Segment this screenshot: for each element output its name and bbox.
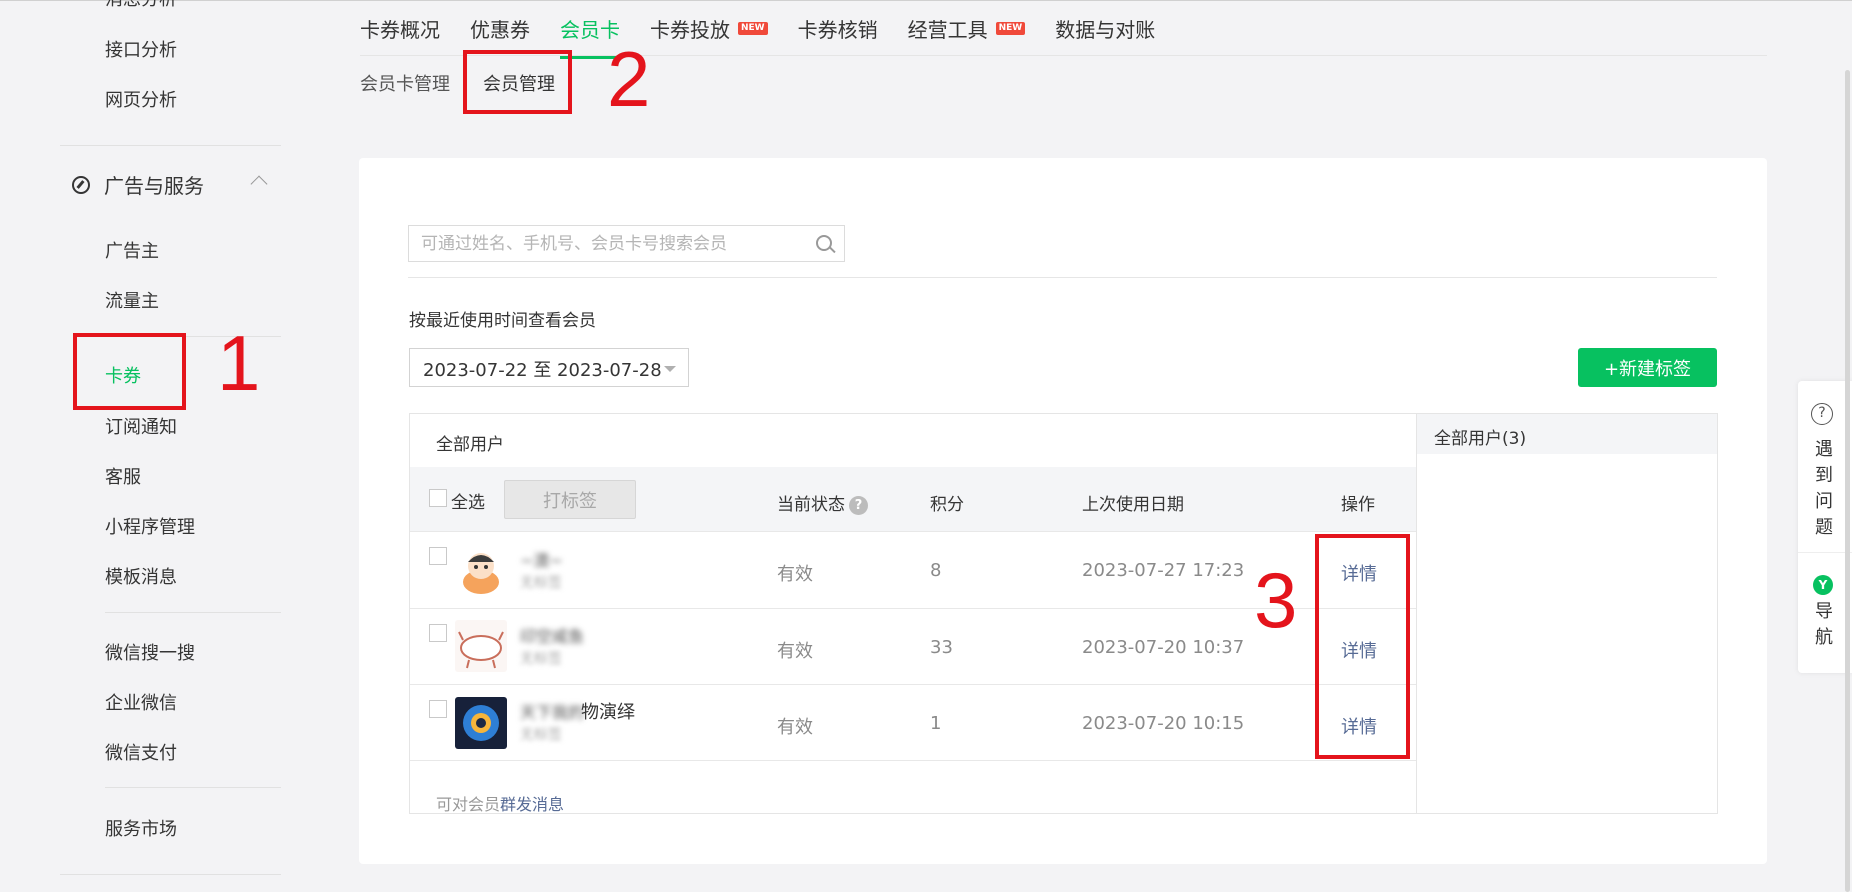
- tab-card-redemption[interactable]: 卡券核销: [798, 14, 878, 43]
- help-label[interactable]: 遇到问题: [1814, 437, 1834, 541]
- row-divider: [410, 760, 1416, 761]
- annotation-number-2: 2: [607, 35, 651, 123]
- new-badge: NEW: [738, 22, 768, 35]
- member-nickname-visible: 物演绎: [581, 702, 635, 723]
- sidebar-item-api-analysis[interactable]: 接口分析: [105, 36, 177, 62]
- tab-label: 经营工具: [907, 18, 988, 42]
- annotation-box-2: [463, 50, 572, 114]
- annotation-box-3: [1315, 534, 1410, 759]
- sidebar-item-customer-service[interactable]: 客服: [105, 463, 141, 489]
- navigation-icon[interactable]: Y: [1813, 575, 1833, 595]
- member-tag[interactable]: 无标签: [520, 648, 562, 668]
- member-nickname[interactable]: 印空咸鱼: [520, 623, 584, 647]
- chevron-up-icon[interactable]: [250, 175, 268, 193]
- tab-label: 卡券核销: [797, 18, 878, 42]
- tab-label: 卡券投放: [650, 18, 730, 42]
- member-last-used: 2023-07-20 10:15: [1082, 713, 1245, 734]
- column-header-action: 操作: [1341, 495, 1375, 515]
- top-tabs: 卡券概况 优惠券 会员卡 卡券投放 NEW 卡券核销 经营工具 NEW 数据与对账: [360, 14, 1185, 59]
- tab-business-tools[interactable]: 经营工具 NEW: [908, 14, 1026, 43]
- user-group-all[interactable]: 全部用户(3): [1434, 424, 1526, 449]
- sidebar-divider: [60, 874, 281, 875]
- member-search-input[interactable]: [409, 226, 811, 261]
- member-points: 33: [930, 637, 953, 658]
- sidebar-item-subscription-notice[interactable]: 订阅通知: [105, 413, 177, 439]
- sidebar-item-webpage-analysis[interactable]: 网页分析: [105, 86, 177, 112]
- subtab-member-card-management[interactable]: 会员卡管理: [360, 70, 450, 96]
- avatar[interactable]: [455, 544, 507, 596]
- date-range-value: 2023-07-22 至 2023-07-28: [423, 360, 662, 381]
- annotation-number-3: 3: [1254, 556, 1298, 644]
- sidebar: 消息分析 接口分析 网页分析 广告与服务 广告主 流量主 卡券 订阅通知 客服 …: [0, 0, 300, 892]
- help-icon[interactable]: ?: [849, 495, 868, 515]
- member-tag[interactable]: 无标签: [520, 724, 562, 744]
- member-search-box: [408, 225, 845, 262]
- member-status: 有效: [777, 564, 813, 585]
- member-status: 有效: [777, 641, 813, 662]
- column-header-label: 当前状态: [777, 495, 845, 515]
- row-checkbox[interactable]: [429, 700, 447, 718]
- member-points: 8: [930, 560, 942, 581]
- tab-data-reconciliation[interactable]: 数据与对账: [1055, 14, 1155, 43]
- select-all-label: 全选: [451, 493, 485, 513]
- sidebar-item-advertiser[interactable]: 广告主: [105, 237, 159, 263]
- sidebar-item-partial[interactable]: 消息分析: [105, 0, 177, 8]
- card-divider: [408, 277, 1717, 278]
- search-icon[interactable]: [816, 235, 832, 251]
- new-badge: NEW: [995, 22, 1026, 35]
- annotation-box-1: [73, 333, 186, 410]
- floating-helper-divider: [1798, 552, 1852, 553]
- mass-message-link[interactable]: 群发消息: [500, 795, 564, 814]
- tab-label: 卡券概况: [360, 18, 440, 42]
- filter-label: 按最近使用时间查看会员: [409, 311, 596, 331]
- date-range-select[interactable]: 2023-07-22 至 2023-07-28: [409, 348, 689, 387]
- member-status: 有效: [777, 717, 813, 738]
- row-checkbox[interactable]: [429, 624, 447, 642]
- column-header-status: 当前状态?: [777, 490, 868, 515]
- sidebar-section-label: 广告与服务: [104, 174, 204, 198]
- page-scrollbar[interactable]: [1845, 70, 1850, 892]
- table-footer: 可对会员群发消息: [436, 791, 564, 815]
- select-all-checkbox[interactable]: [429, 489, 447, 507]
- tab-label: 优惠券: [470, 18, 530, 42]
- sidebar-item-wechat-pay[interactable]: 微信支付: [105, 739, 177, 765]
- column-header-points: 积分: [930, 495, 964, 515]
- compass-icon: [72, 175, 90, 194]
- member-nickname[interactable]: ~澳~: [520, 547, 563, 571]
- table-title: 全部用户: [436, 435, 504, 455]
- footer-prefix: 可对会员: [436, 795, 501, 814]
- sidebar-item-work-wechat[interactable]: 企业微信: [105, 689, 177, 715]
- row-checkbox[interactable]: [429, 547, 447, 565]
- tab-coupons[interactable]: 优惠券: [470, 14, 530, 43]
- member-last-used: 2023-07-20 10:37: [1082, 637, 1245, 658]
- member-tag[interactable]: 无标签: [520, 572, 562, 592]
- sidebar-item-publisher[interactable]: 流量主: [105, 287, 159, 313]
- tag-button[interactable]: 打标签: [504, 480, 636, 519]
- member-points: 1: [930, 713, 942, 734]
- user-group-panel: [1416, 414, 1718, 813]
- sidebar-divider: [105, 612, 281, 613]
- member-nickname[interactable]: 天下我的: [520, 699, 584, 723]
- row-divider: [410, 531, 1416, 532]
- tab-card-overview[interactable]: 卡券概况: [360, 14, 440, 43]
- tab-label: 数据与对账: [1055, 18, 1156, 42]
- navigation-label[interactable]: 导航: [1814, 599, 1834, 651]
- sidebar-item-template-message[interactable]: 模板消息: [105, 563, 177, 589]
- new-tag-button[interactable]: +新建标签: [1578, 348, 1717, 387]
- sidebar-divider: [105, 787, 281, 788]
- avatar[interactable]: [455, 620, 507, 672]
- sidebar-item-mini-program[interactable]: 小程序管理: [105, 513, 195, 539]
- avatar[interactable]: [455, 697, 507, 749]
- annotation-number-1: 1: [217, 319, 261, 407]
- sidebar-item-wechat-search[interactable]: 微信搜一搜: [105, 639, 195, 665]
- tab-card-delivery[interactable]: 卡券投放 NEW: [650, 14, 768, 43]
- sidebar-section-ads-services[interactable]: 广告与服务: [72, 170, 204, 199]
- member-last-used: 2023-07-27 17:23: [1082, 560, 1245, 581]
- sidebar-item-service-market[interactable]: 服务市场: [105, 815, 177, 841]
- sidebar-divider: [60, 145, 281, 146]
- caret-down-icon: [664, 366, 676, 372]
- question-icon[interactable]: ?: [1811, 403, 1833, 425]
- column-header-last-used: 上次使用日期: [1082, 495, 1184, 515]
- row-divider: [410, 684, 1416, 685]
